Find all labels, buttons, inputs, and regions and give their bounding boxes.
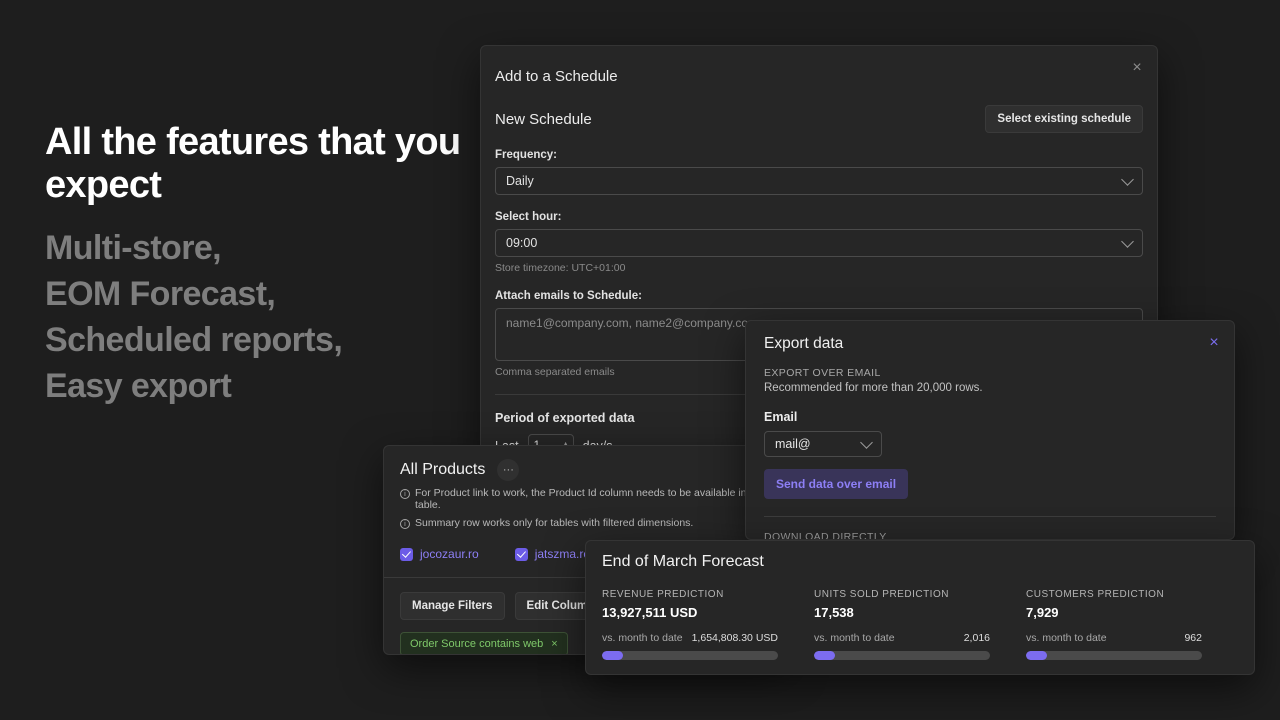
hero-subtitle: Multi-store, EOM Forecast, Scheduled rep… [45, 225, 465, 410]
export-over-email-eyebrow: EXPORT OVER EMAIL [764, 367, 1216, 379]
metric-compare-label: vs. month to date [1026, 632, 1107, 644]
manage-filters-button[interactable]: Manage Filters [400, 592, 505, 620]
store-label: jatszma.ro [535, 547, 590, 561]
all-products-header: All Products ··· [400, 459, 768, 481]
email-label: Email [764, 410, 1216, 424]
more-options-icon[interactable]: ··· [497, 459, 519, 481]
checkbox-checked-icon[interactable] [515, 548, 528, 561]
export-data-panel: × Export data EXPORT OVER EMAIL Recommen… [745, 320, 1235, 540]
metric-compare-value: 962 [1184, 632, 1202, 644]
store-timezone-note: Store timezone: UTC+01:00 [495, 262, 1143, 274]
info-line: i For Product link to work, the Product … [400, 487, 768, 511]
metric-compare-value: 2,016 [964, 632, 990, 644]
store-label: jocozaur.ro [420, 547, 479, 561]
metric-comparison: vs. month to date 962 [1026, 632, 1202, 644]
frequency-label: Frequency: [495, 149, 1143, 161]
info-line-text: Summary row works only for tables with f… [415, 517, 693, 529]
select-existing-schedule-button[interactable]: Select existing schedule [985, 105, 1143, 133]
chevron-down-icon [860, 436, 873, 449]
close-icon[interactable]: × [1127, 58, 1147, 78]
filter-chip-label: Order Source contains web [410, 638, 543, 650]
send-data-over-email-button[interactable]: Send data over email [764, 469, 908, 499]
info-icon: i [400, 519, 410, 529]
info-icon: i [400, 489, 410, 499]
hero-subtitle-line-3: Scheduled reports, [45, 317, 465, 363]
metric-compare-label: vs. month to date [814, 632, 895, 644]
store-checkbox-jatszma[interactable]: jatszma.ro [515, 547, 590, 561]
hero-subtitle-line-2: EOM Forecast, [45, 271, 465, 317]
page-title: All the features that you expect [45, 121, 465, 208]
export-data-title: Export data [764, 335, 1216, 353]
metric-value: 7,929 [1026, 605, 1202, 620]
metric-progress-fill [602, 651, 623, 660]
download-directly-eyebrow: DOWNLOAD DIRECTLY [764, 531, 1216, 540]
export-over-email-note: Recommended for more than 20,000 rows. [764, 382, 1216, 394]
forecast-title: End of March Forecast [602, 553, 1238, 571]
metric-compare-value: 1,654,808.30 USD [692, 632, 778, 644]
checkbox-checked-icon[interactable] [400, 548, 413, 561]
attach-emails-label: Attach emails to Schedule: [495, 290, 1143, 302]
divider [764, 516, 1216, 517]
hour-value: 09:00 [506, 236, 537, 250]
metric-progress-fill [814, 651, 835, 660]
info-line-text: For Product link to work, the Product Id… [415, 487, 768, 511]
metric-label: CUSTOMERS PREDICTION [1026, 589, 1202, 600]
metric-value: 17,538 [814, 605, 990, 620]
metric-progress-fill [1026, 651, 1047, 660]
metric-progress-bar [1026, 651, 1202, 660]
all-products-title: All Products [400, 461, 485, 479]
metric-comparison: vs. month to date 1,654,808.30 USD [602, 632, 778, 644]
metric-label: UNITS SOLD PREDICTION [814, 589, 990, 600]
metric-progress-bar [602, 651, 778, 660]
metric-customers-prediction: CUSTOMERS PREDICTION 7,929 vs. month to … [1026, 589, 1238, 660]
hour-select[interactable]: 09:00 [495, 229, 1143, 257]
modal-title: Add to a Schedule [495, 56, 1143, 85]
email-select[interactable]: mail@ [764, 431, 882, 457]
close-icon[interactable]: × [1204, 333, 1224, 353]
select-hour-label: Select hour: [495, 211, 1143, 223]
frequency-select[interactable]: Daily [495, 167, 1143, 195]
hero-copy: All the features that you expect Multi-s… [45, 121, 465, 410]
new-schedule-header: New Schedule Select existing schedule [495, 105, 1143, 133]
metric-revenue-prediction: REVENUE PREDICTION 13,927,511 USD vs. mo… [602, 589, 814, 660]
email-value: mail@ [775, 437, 811, 451]
chevron-down-icon [1121, 235, 1134, 248]
info-line: i Summary row works only for tables with… [400, 517, 768, 529]
frequency-value: Daily [506, 174, 534, 188]
metric-comparison: vs. month to date 2,016 [814, 632, 990, 644]
hero-subtitle-line-4: Easy export [45, 363, 465, 409]
new-schedule-heading: New Schedule [495, 111, 592, 128]
metric-value: 13,927,511 USD [602, 605, 778, 620]
metric-compare-label: vs. month to date [602, 632, 683, 644]
metric-units-sold-prediction: UNITS SOLD PREDICTION 17,538 vs. month t… [814, 589, 1026, 660]
filter-chip[interactable]: Order Source contains web × [400, 632, 568, 655]
chevron-down-icon [1121, 173, 1134, 186]
remove-filter-icon[interactable]: × [551, 638, 557, 650]
forecast-metrics: REVENUE PREDICTION 13,927,511 USD vs. mo… [602, 589, 1238, 660]
metric-label: REVENUE PREDICTION [602, 589, 778, 600]
attach-emails-placeholder: name1@company.com, name2@company.com [506, 316, 758, 330]
end-of-month-forecast-card: End of March Forecast REVENUE PREDICTION… [585, 540, 1255, 675]
metric-progress-bar [814, 651, 990, 660]
store-checkbox-jocozaur[interactable]: jocozaur.ro [400, 547, 479, 561]
hero-subtitle-line-1: Multi-store, [45, 225, 465, 271]
